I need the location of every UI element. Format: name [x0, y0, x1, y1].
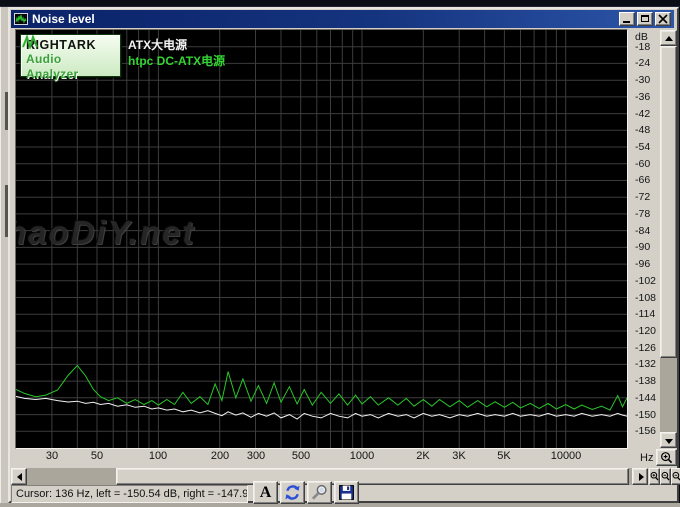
maximize-button[interactable] — [637, 12, 653, 26]
zoom-out-icon — [672, 471, 680, 482]
x-tick-label: 500 — [292, 450, 310, 462]
y-tick-label: -144 — [635, 392, 656, 404]
legend-entry-atx: ATX大电源 — [128, 37, 225, 53]
arrow-right-icon — [639, 473, 644, 481]
x-tick-label: 3K — [452, 450, 465, 462]
zoom-out-horizontal-button[interactable] — [660, 468, 671, 485]
minimize-button[interactable] — [619, 12, 635, 26]
y-tick-label: -18 — [635, 41, 650, 53]
y-tick-label: -60 — [635, 158, 650, 170]
x-tick-label: 2K — [416, 450, 429, 462]
horizontal-scroll-thumb[interactable] — [116, 468, 629, 485]
zoom-in-vertical-button[interactable] — [656, 449, 677, 466]
close-icon — [658, 14, 668, 24]
x-axis-labels: 30 50 100 200 300 500 1000 2K 3K 5K 10000 — [16, 450, 627, 465]
y-tick-label: -42 — [635, 108, 650, 120]
zoom-button-group — [649, 468, 680, 485]
x-tick-label: 5K — [497, 450, 510, 462]
font-icon: A — [260, 485, 272, 501]
y-tick-label: -114 — [635, 308, 655, 320]
scroll-down-button[interactable] — [660, 432, 677, 448]
cursor-status-panel: Cursor: 136 Hz, left = -150.54 dB, right… — [11, 485, 248, 503]
noise-level-window: Noise level haoDiY.net RIGHT — [8, 7, 679, 503]
noise-spectrum-plot[interactable]: haoDiY.net RIGHT ARK Audio Analyzer ATX大… — [16, 30, 627, 448]
x-tick-label: 10000 — [551, 450, 582, 462]
scroll-left-button[interactable] — [11, 468, 27, 485]
window-title: Noise level — [32, 12, 95, 26]
waveform-icon — [22, 35, 38, 49]
scroll-right-button[interactable] — [632, 468, 648, 485]
vertical-scrollbar[interactable] — [660, 30, 677, 448]
magnifier-icon — [311, 484, 328, 501]
zoom-fit-button[interactable] — [671, 468, 680, 485]
screen: Noise level haoDiY.net RIGHT — [0, 0, 680, 507]
y-tick-label: -24 — [635, 57, 650, 69]
rightmark-logo: RIGHT ARK Audio Analyzer — [20, 34, 121, 77]
x-axis-unit: Hz — [640, 452, 653, 464]
arrow-down-icon — [665, 439, 673, 444]
y-tick-label: -66 — [635, 174, 650, 186]
y-tick-label: -48 — [635, 124, 650, 136]
y-tick-label: -102 — [635, 275, 656, 287]
y-tick-label: -96 — [635, 258, 650, 270]
legend: ATX大电源 htpc DC-ATX电源 — [128, 37, 225, 69]
analyzer-app-icon — [14, 13, 28, 25]
logo-text-ark: ARK — [67, 38, 96, 52]
vertical-scroll-thumb[interactable] — [660, 46, 677, 358]
y-tick-label: -150 — [635, 409, 656, 421]
arrow-left-icon — [17, 473, 22, 481]
y-tick-label: -120 — [635, 325, 656, 337]
minimize-icon — [623, 21, 630, 23]
y-tick-label: -156 — [635, 425, 656, 437]
logo-line2: Audio Analyzer — [26, 52, 116, 82]
y-tick-label: -78 — [635, 208, 650, 220]
background-window-sliver-left — [0, 7, 8, 503]
close-button[interactable] — [655, 12, 671, 26]
y-tick-label: -126 — [635, 342, 656, 354]
x-tick-label: 30 — [46, 450, 58, 462]
y-axis-labels: dB-18-24-30-36-42-48-54-60-66-72-78-84-9… — [632, 30, 660, 448]
zoom-in-icon — [650, 471, 659, 482]
y-tick-label: -54 — [635, 141, 650, 153]
zoom-settings-button[interactable] — [307, 481, 332, 504]
legend-entry-htpc: htpc DC-ATX电源 — [128, 53, 225, 69]
arrow-up-icon — [665, 36, 673, 41]
watermark: haoDiY.net — [16, 214, 195, 252]
save-button[interactable] — [334, 481, 359, 504]
y-tick-label: -36 — [635, 91, 650, 103]
title-bar[interactable]: Noise level — [11, 10, 674, 28]
scroll-up-button[interactable] — [660, 30, 677, 46]
x-tick-label: 300 — [247, 450, 265, 462]
x-tick-label: 100 — [149, 450, 167, 462]
y-tick-label: -138 — [635, 375, 656, 387]
y-tick-label: -132 — [635, 358, 656, 370]
y-tick-label: -30 — [635, 74, 650, 86]
y-tick-label: -84 — [635, 225, 650, 237]
refresh-icon — [284, 484, 301, 501]
zoom-in-horizontal-button[interactable] — [649, 468, 660, 485]
maximize-icon — [641, 15, 649, 22]
x-tick-label: 200 — [211, 450, 229, 462]
toolbar: A — [253, 481, 359, 504]
y-tick-label: -108 — [635, 292, 656, 304]
x-tick-label: 1000 — [350, 450, 374, 462]
logo-line1: RIGHT ARK — [26, 38, 116, 52]
y-tick-label: -72 — [635, 191, 650, 203]
plot-frame: haoDiY.net RIGHT ARK Audio Analyzer ATX大… — [15, 29, 628, 449]
y-tick-label: -90 — [635, 241, 650, 253]
zoom-in-icon — [660, 451, 673, 464]
x-tick-label: 50 — [91, 450, 103, 462]
font-button[interactable]: A — [253, 481, 278, 504]
refresh-button[interactable] — [280, 481, 305, 504]
save-icon — [338, 484, 355, 501]
background-window-sliver-top — [0, 0, 680, 7]
zoom-out-icon — [661, 471, 670, 482]
